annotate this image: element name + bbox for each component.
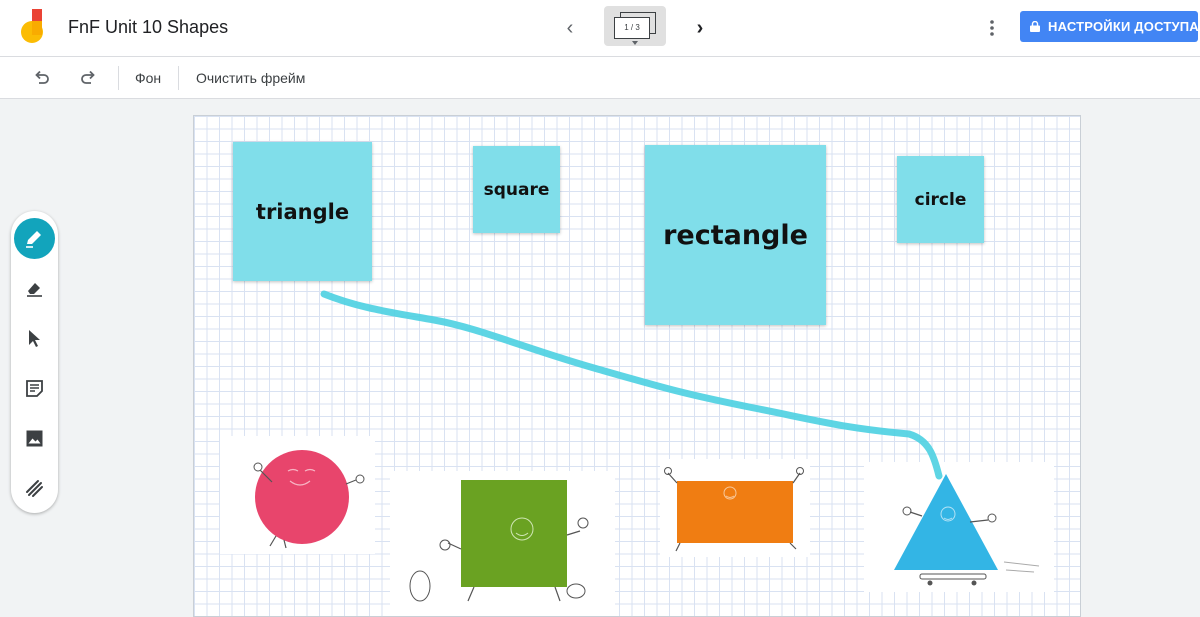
lock-icon (1030, 21, 1040, 32)
frame-counter: 1 / 3 (614, 17, 650, 39)
next-frame-button[interactable]: › (686, 14, 714, 42)
sticky-note-icon (26, 380, 43, 397)
eraser-tool-button[interactable] (14, 268, 55, 309)
eraser-icon (27, 283, 42, 297)
select-tool-button[interactable] (14, 318, 55, 359)
jamboard-logo (21, 9, 43, 43)
chevron-right-icon: › (696, 17, 704, 39)
toolbar-divider (178, 66, 179, 90)
image-icon (26, 430, 43, 447)
background-button[interactable]: Фон (135, 70, 161, 86)
clear-frame-button[interactable]: Очистить фрейм (196, 70, 305, 86)
tool-palette (11, 211, 58, 513)
more-vert-icon (990, 20, 994, 36)
document-title[interactable]: FnF Unit 10 Shapes (68, 17, 228, 38)
top-bar: FnF Unit 10 Shapes ‹ 1 / 3 › НАСТРОЙКИ Д… (0, 0, 1200, 57)
sticky-note-tool-button[interactable] (14, 368, 55, 409)
edit-toolbar: Фон Очистить фрейм (0, 57, 1200, 99)
redo-icon[interactable] (78, 68, 98, 88)
pen-icon (26, 231, 41, 248)
whiteboard-canvas[interactable]: triangle square rectangle circle (193, 115, 1081, 617)
image-tool-button[interactable] (14, 418, 55, 459)
pen-tool-button[interactable] (14, 218, 55, 259)
previous-frame-button[interactable]: ‹ (556, 14, 584, 42)
select-icon (29, 330, 40, 347)
toolbar-divider (118, 66, 119, 90)
frame-selector[interactable]: 1 / 3 (604, 6, 666, 46)
chevron-left-icon: ‹ (566, 17, 574, 39)
pen-stroke[interactable] (194, 116, 1081, 617)
caret-down-icon (632, 41, 638, 45)
more-options-button[interactable] (980, 14, 1004, 42)
undo-icon[interactable] (32, 68, 52, 88)
laser-icon (26, 480, 43, 497)
share-button[interactable]: НАСТРОЙКИ ДОСТУПА (1020, 11, 1199, 42)
laser-tool-button[interactable] (14, 468, 55, 509)
share-button-label: НАСТРОЙКИ ДОСТУПА (1048, 19, 1199, 34)
